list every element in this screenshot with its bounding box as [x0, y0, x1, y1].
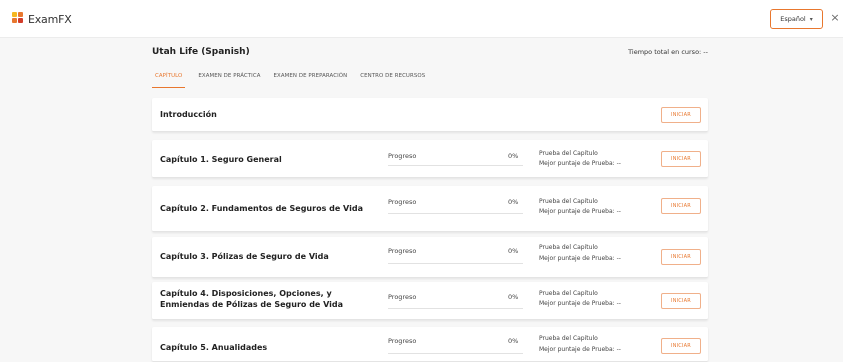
best-score: Mejor puntaje de Prueba: --	[539, 208, 621, 215]
chapter-title: Capítulo 4. Disposiciones, Opciones, y	[160, 289, 332, 298]
intro-title: Introducción	[160, 110, 217, 119]
chapter-test-label: Prueba del Capítulo	[539, 198, 598, 205]
chapter-card: Capítulo 3. Pólizas de Seguro de Vida Pr…	[152, 237, 708, 278]
progress-label: Progreso	[388, 152, 417, 160]
course-title: Utah Life (Spanish)	[152, 47, 250, 57]
chapter-4-start-button[interactable]: INICIAR	[661, 293, 701, 309]
chapter-title: Capítulo 2. Fundamentos de Seguros de Vi…	[160, 204, 363, 213]
best-score: Mejor puntaje de Prueba: --	[539, 300, 621, 307]
chapter-test-label: Prueba del Capítulo	[539, 290, 598, 297]
progress-percent: 0%	[508, 247, 519, 255]
chapter-card: Capítulo 1. Seguro General Progreso 0% P…	[152, 140, 708, 178]
progress-percent: 0%	[508, 198, 519, 206]
chapter-test-label: Prueba del Capítulo	[539, 335, 598, 342]
chapter-3-start-button[interactable]: INICIAR	[661, 249, 701, 265]
logo-mark-icon	[12, 12, 26, 26]
chapter-5-start-button[interactable]: INICIAR	[661, 338, 701, 354]
chapter-card: Capítulo 5. Anualidades Progreso 0% Prue…	[152, 327, 708, 362]
intro-start-button[interactable]: INICIAR	[661, 107, 701, 123]
chapter-title-line2: Enmiendas de Pólizas de Seguro de Vida	[160, 300, 344, 309]
tab-examen-de-practica[interactable]: EXAMEN DE PRÁCTICA	[198, 68, 260, 88]
progress-bar	[388, 165, 523, 166]
chapter-2-start-button[interactable]: INICIAR	[661, 198, 701, 214]
progress-label: Progreso	[388, 293, 417, 301]
total-time: Tiempo total en curso: --	[628, 48, 708, 56]
chapter-card: Capítulo 2. Fundamentos de Seguros de Vi…	[152, 186, 708, 232]
tab-bar: CAPÍTULO EXAMEN DE PRÁCTICA EXAMEN DE PR…	[152, 68, 438, 88]
best-score: Mejor puntaje de Prueba: --	[539, 160, 621, 167]
language-label: Español	[780, 15, 806, 23]
chevron-down-icon: ▾	[809, 15, 813, 23]
examfx-logo[interactable]: ExamFX	[12, 11, 72, 27]
tab-capitulo[interactable]: CAPÍTULO	[152, 68, 186, 88]
progress-bar	[388, 353, 523, 354]
chapter-title: Capítulo 5. Anualidades	[160, 343, 268, 352]
chapter-test-label: Prueba del Capítulo	[539, 150, 598, 157]
progress-percent: 0%	[508, 337, 519, 345]
progress-label: Progreso	[388, 337, 417, 345]
progress-percent: 0%	[508, 152, 519, 160]
progress-bar	[388, 213, 523, 214]
logo-text: ExamFX	[28, 12, 72, 26]
top-bar: ExamFX Español ▾ ×	[0, 0, 843, 38]
progress-bar	[388, 308, 523, 309]
progress-percent: 0%	[508, 293, 519, 301]
intro-card: Introducción INICIAR	[152, 98, 708, 132]
progress-label: Progreso	[388, 247, 417, 255]
chapter-test-label: Prueba del Capítulo	[539, 244, 598, 251]
best-score: Mejor puntaje de Prueba: --	[539, 346, 621, 353]
chapter-card: Capítulo 4. Disposiciones, Opciones, y E…	[152, 282, 708, 320]
language-dropdown[interactable]: Español ▾	[770, 9, 823, 29]
chapter-title: Capítulo 3. Pólizas de Seguro de Vida	[160, 252, 329, 261]
chapter-1-start-button[interactable]: INICIAR	[661, 151, 701, 167]
tab-centro-de-recursos[interactable]: CENTRO DE RECURSOS	[360, 68, 425, 88]
close-icon[interactable]: ×	[829, 11, 841, 25]
tab-examen-de-preparacion[interactable]: EXAMEN DE PREPARACIÓN	[274, 68, 348, 88]
chapter-title: Capítulo 1. Seguro General	[160, 155, 282, 164]
best-score: Mejor puntaje de Prueba: --	[539, 255, 621, 262]
progress-bar	[388, 263, 523, 264]
progress-label: Progreso	[388, 198, 417, 206]
